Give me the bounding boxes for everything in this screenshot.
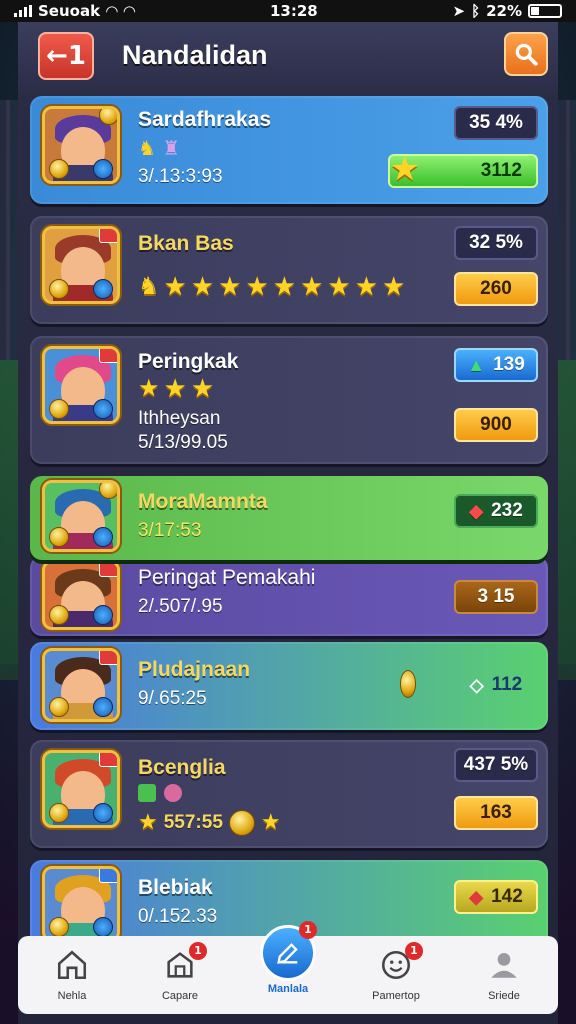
- player-avatar: [42, 648, 120, 722]
- status-bar: Seuoak ◠ ◠ 13:28 ➤ ᛒ 22%: [0, 0, 576, 22]
- points-value: 142: [491, 886, 523, 907]
- rank-badge: ▲ 139: [454, 348, 538, 382]
- coin-icon: [228, 810, 255, 836]
- notification-badge: 1: [299, 921, 317, 939]
- gem-icon: ◆: [469, 886, 484, 907]
- star-icon: ★: [389, 149, 420, 189]
- nav-label: Pamertop: [372, 990, 420, 1002]
- player-name: Blebiak: [138, 876, 213, 899]
- nav-item-manlala[interactable]: 1 Manlala: [243, 921, 333, 995]
- bluetooth-icon: ᛒ: [471, 2, 481, 20]
- points-value: 112: [491, 674, 523, 695]
- nav-label: Sriede: [488, 990, 520, 1002]
- leaderboard-card[interactable]: Peringkak ★ ★ ★ Ithheysan 5/13/99.05 ▲ 139 …: [30, 336, 548, 464]
- search-icon: [515, 43, 538, 66]
- nav-label: Nehla: [57, 990, 87, 1002]
- player-score-time: 5/13/99.05: [138, 432, 228, 453]
- carrier: Seuoak: [38, 2, 101, 20]
- win-rate: 35 4%: [454, 106, 538, 140]
- player-name: Pludajnaan: [138, 658, 251, 681]
- nav-label: Capare: [161, 990, 199, 1002]
- home-icon: [57, 950, 87, 980]
- leaderboard-card[interactable]: Bcenglia ★ 557:55 ★ 437 5% 163: [30, 740, 548, 848]
- nav-item-sriede[interactable]: Sriede: [459, 948, 549, 1002]
- player-score-time: 0/.152.33: [138, 906, 218, 927]
- diamond-icon: ◇: [469, 674, 484, 695]
- nav-item-nehla[interactable]: Nehla: [27, 948, 117, 1002]
- win-rate: 32 5%: [454, 226, 538, 260]
- coin-icon: [400, 670, 416, 698]
- player-score-time: 2/.507/.95: [138, 596, 223, 617]
- notification-badge: 1: [405, 942, 423, 960]
- gem-icon: ◆: [469, 500, 484, 521]
- points-badge: ◆ 232: [454, 494, 538, 528]
- player-avatar: [42, 750, 120, 828]
- location-icon: ➤: [452, 2, 466, 20]
- player-score-time: 557:55: [163, 812, 223, 833]
- player-avatar: [42, 226, 120, 304]
- battery-icon: [528, 4, 562, 18]
- back-button[interactable]: ←1: [38, 32, 94, 80]
- bottom-nav: Nehla 1 Capare 1 Manlala 1 Pamertop Srie…: [18, 921, 558, 1014]
- rank-icons: [138, 784, 190, 806]
- points-value: 232: [491, 500, 523, 521]
- player-avatar: [42, 866, 120, 942]
- player-score-time: 9/.65:25: [138, 688, 207, 709]
- points-badge: ◇ 112: [454, 668, 538, 702]
- points: 163: [454, 796, 538, 830]
- header: ←1 Nandalidan: [18, 22, 558, 92]
- leaderboard-card[interactable]: Peringat Pemakahi 2/.507/.95 3 15: [30, 556, 548, 636]
- player-avatar: [42, 480, 120, 552]
- rank-icons: ♞ ♜: [138, 136, 181, 160]
- player-title: Ithheysan: [138, 408, 221, 429]
- player-name: Sardafhrakas: [138, 108, 272, 131]
- leaderboard-card[interactable]: Sardafhrakas ♞ ♜ 3/.13:3:93 35 4% 3112 ★: [30, 96, 548, 204]
- wifi-icon-2: ◠: [123, 2, 136, 20]
- search-button[interactable]: [504, 32, 548, 76]
- win-rate: 437 5%: [454, 748, 538, 782]
- points-badge: ◆ 142: [454, 880, 538, 914]
- battery-percent: 22%: [486, 2, 522, 20]
- page-title: Nandalidan: [122, 40, 268, 70]
- points: 3 15: [454, 580, 538, 614]
- star-icon: ★: [138, 810, 158, 835]
- player-name: Bcenglia: [138, 756, 226, 779]
- points: 900: [454, 408, 538, 442]
- nav-item-pamertop[interactable]: 1 Pamertop: [351, 942, 441, 1002]
- star-rating: ♞ ★ ★ ★ ★ ★ ★ ★ ★ ★: [138, 272, 406, 302]
- rank-icon: ▲: [467, 354, 486, 375]
- player-score-time: 3/.13:3:93: [138, 166, 223, 187]
- player-name: Peringkak: [138, 350, 239, 373]
- star-rating: ★ ★ ★: [138, 374, 215, 404]
- leaderboard-card[interactable]: Pludajnaan 9/.65:25 ◇ 112: [30, 642, 548, 730]
- rank-value: 139: [493, 354, 525, 375]
- points: 260: [454, 272, 538, 306]
- leaderboard-card-highlighted[interactable]: MoraMamnta 3/17:53 ◆ 232: [30, 476, 548, 560]
- player-avatar: [42, 560, 120, 630]
- player-avatar: [42, 106, 120, 184]
- wifi-icon: ◠: [106, 2, 118, 20]
- score-row: ★ 557:55 ★: [138, 810, 281, 836]
- player-avatar: [42, 346, 120, 424]
- player-score-time: 3/17:53: [138, 520, 202, 541]
- user-icon: [491, 952, 517, 978]
- nav-item-capare[interactable]: 1 Capare: [135, 942, 225, 1002]
- player-name: Peringat Pemakahi: [138, 566, 316, 589]
- notification-badge: 1: [189, 942, 207, 960]
- signal-icon: [14, 5, 32, 17]
- clock: 13:28: [269, 2, 318, 20]
- nav-label: Manlala: [267, 983, 309, 995]
- player-name: Bkan Bas: [138, 232, 234, 255]
- star-icon: ★: [260, 810, 281, 835]
- leaderboard-card[interactable]: Bkan Bas ♞ ★ ★ ★ ★ ★ ★ ★ ★ ★ 32 5% 260: [30, 216, 548, 324]
- player-name: MoraMamnta: [138, 490, 268, 513]
